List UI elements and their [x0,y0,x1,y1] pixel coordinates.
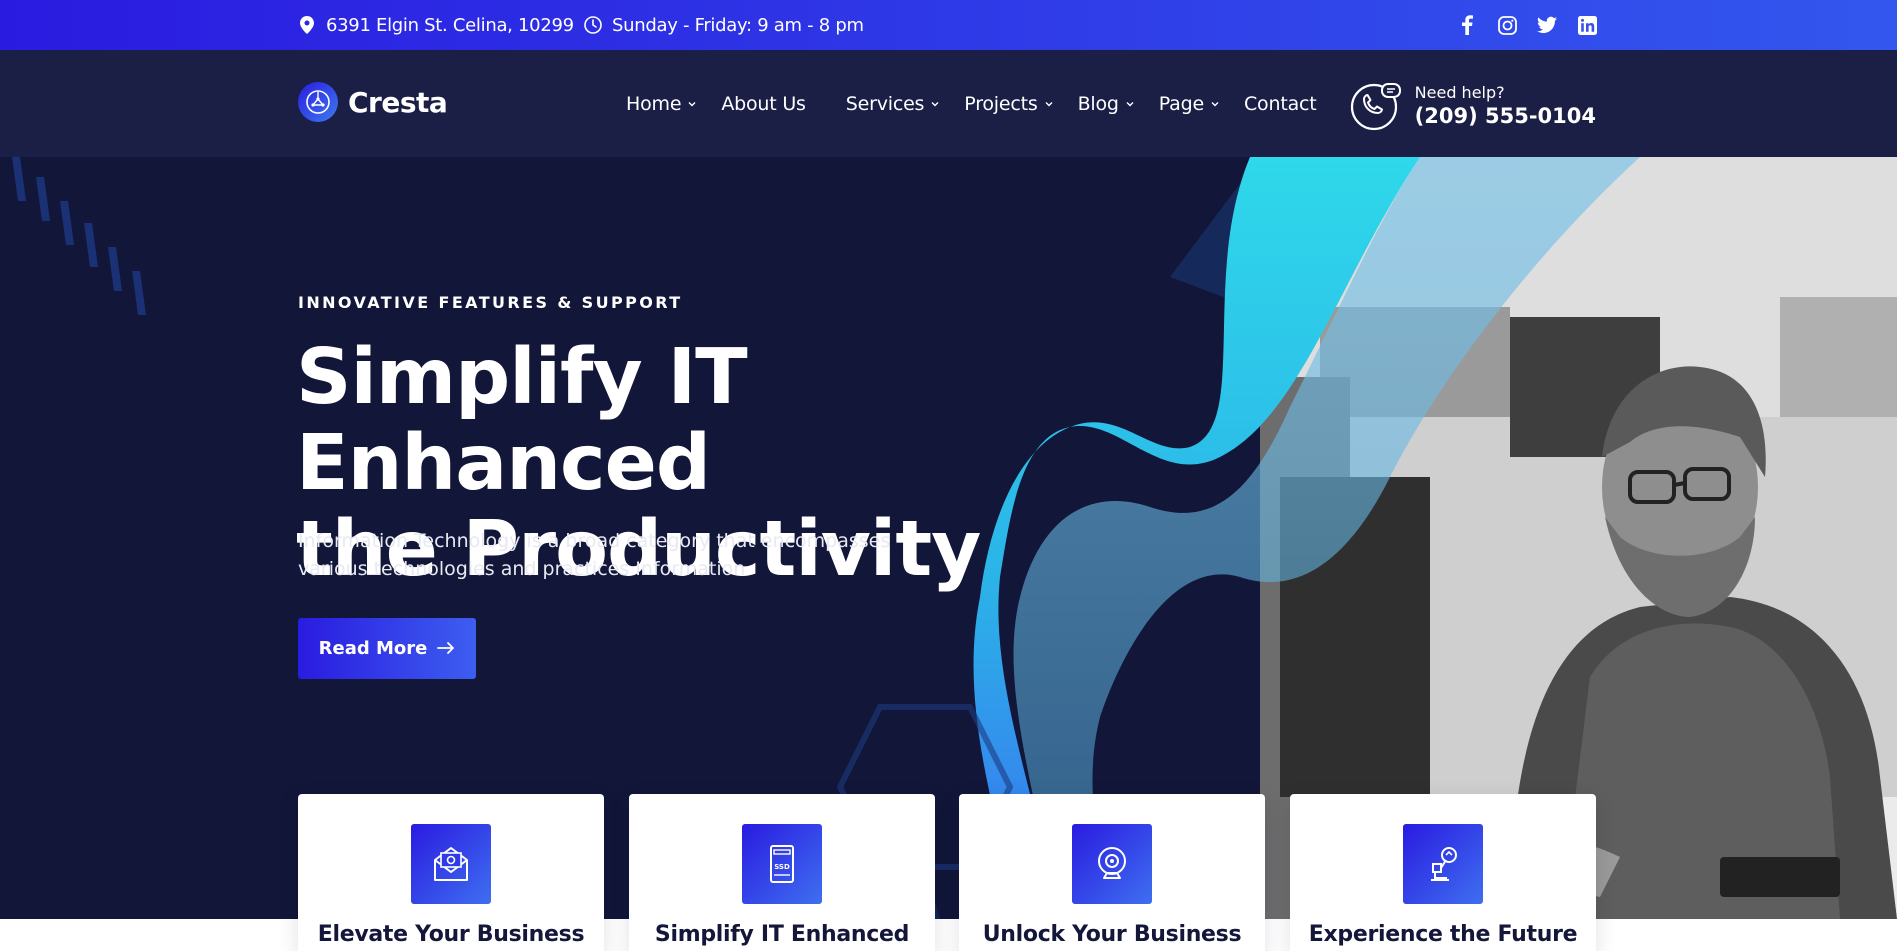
nav-label: Blog [1077,92,1119,115]
email-icon [411,824,491,904]
read-more-label: Read More [318,638,428,659]
hero-description: Information Technology is a broad catego… [298,527,898,583]
nav-item-contact[interactable]: Contact [1244,93,1317,115]
section-divider [0,919,1897,951]
nav-label: Projects [964,92,1038,115]
address-info: 6391 Elgin St. Celina, 10299 [298,0,574,50]
social-links [1457,0,1597,50]
top-info-bar: 6391 Elgin St. Celina, 10299 Sunday - Fr… [0,0,1897,50]
arrow-right-icon [437,638,455,659]
nav-item-projects[interactable]: Projects [964,93,1053,115]
feature-card[interactable]: Experience the Future [1290,794,1596,951]
address-text: 6391 Elgin St. Celina, 10299 [326,14,574,36]
brand-logo[interactable]: Cresta [298,82,448,122]
nav-label: About Us [721,92,806,115]
feature-card-title: Unlock Your Business [982,922,1242,947]
feature-card[interactable]: SSD Simplify IT Enhanced [629,794,935,951]
hero-description-line-2: various technologies and practices Infor… [298,558,746,580]
nav-item-page[interactable]: Page [1159,93,1220,115]
location-pin-icon [298,16,316,34]
hours-info: Sunday - Friday: 9 am - 8 pm [584,0,864,50]
nav-label: Page [1158,92,1204,115]
nav-label: Contact [1243,92,1317,115]
main-header: Cresta Home About Us Services Projects B… [0,50,1897,157]
feature-card[interactable]: Elevate Your Business [298,794,604,951]
help-contact[interactable]: Need help? (209) 555-0104 [1349,78,1596,132]
hero-tagline: INNOVATIVE FEATURES & SUPPORT [298,293,683,312]
svg-text:SSD: SSD [774,863,790,871]
nav-item-blog[interactable]: Blog [1078,93,1135,115]
feature-card-title: Simplify IT Enhanced [654,922,910,947]
chevron-down-icon [930,99,940,109]
facebook-icon[interactable] [1457,15,1477,35]
chevron-down-icon [1044,99,1054,109]
chevron-down-icon [1125,99,1135,109]
linkedin-icon[interactable] [1577,15,1597,35]
feature-card[interactable]: Unlock Your Business [959,794,1265,951]
instagram-icon[interactable] [1497,15,1517,35]
chevron-down-icon [687,99,697,109]
twitter-icon[interactable] [1537,15,1557,35]
ssd-icon: SSD [742,824,822,904]
hero-description-line-1: Information Technology is a broad catego… [298,530,891,552]
hero-title-line-1: Simplify IT Enhanced [296,333,748,508]
circuit-logo-icon [298,82,338,122]
help-label: Need help? [1414,82,1505,102]
nav-item-home[interactable]: Home [626,93,697,115]
clock-icon [584,16,602,34]
nav-label: Home [626,92,682,115]
phone-chat-icon [1349,78,1403,132]
nav-item-services[interactable]: Services [846,93,941,115]
hero-section: INNOVATIVE FEATURES & SUPPORT Simplify I… [0,157,1897,919]
nav-label: Services [845,92,925,115]
webcam-icon [1072,824,1152,904]
decorative-stripes [12,157,146,315]
feature-card-title: Elevate Your Business [317,922,585,947]
read-more-button[interactable]: Read More [298,618,476,679]
main-nav: Home About Us Services Projects Blog Pag… [626,50,1341,157]
hours-text: Sunday - Friday: 9 am - 8 pm [612,14,864,36]
help-phone-number[interactable]: (209) 555-0104 [1415,104,1596,128]
feature-card-title: Experience the Future [1308,922,1578,947]
brand-name: Cresta [348,85,448,119]
nav-item-about[interactable]: About Us [721,92,806,115]
chevron-down-icon [1210,99,1220,109]
robot-arm-icon [1403,824,1483,904]
